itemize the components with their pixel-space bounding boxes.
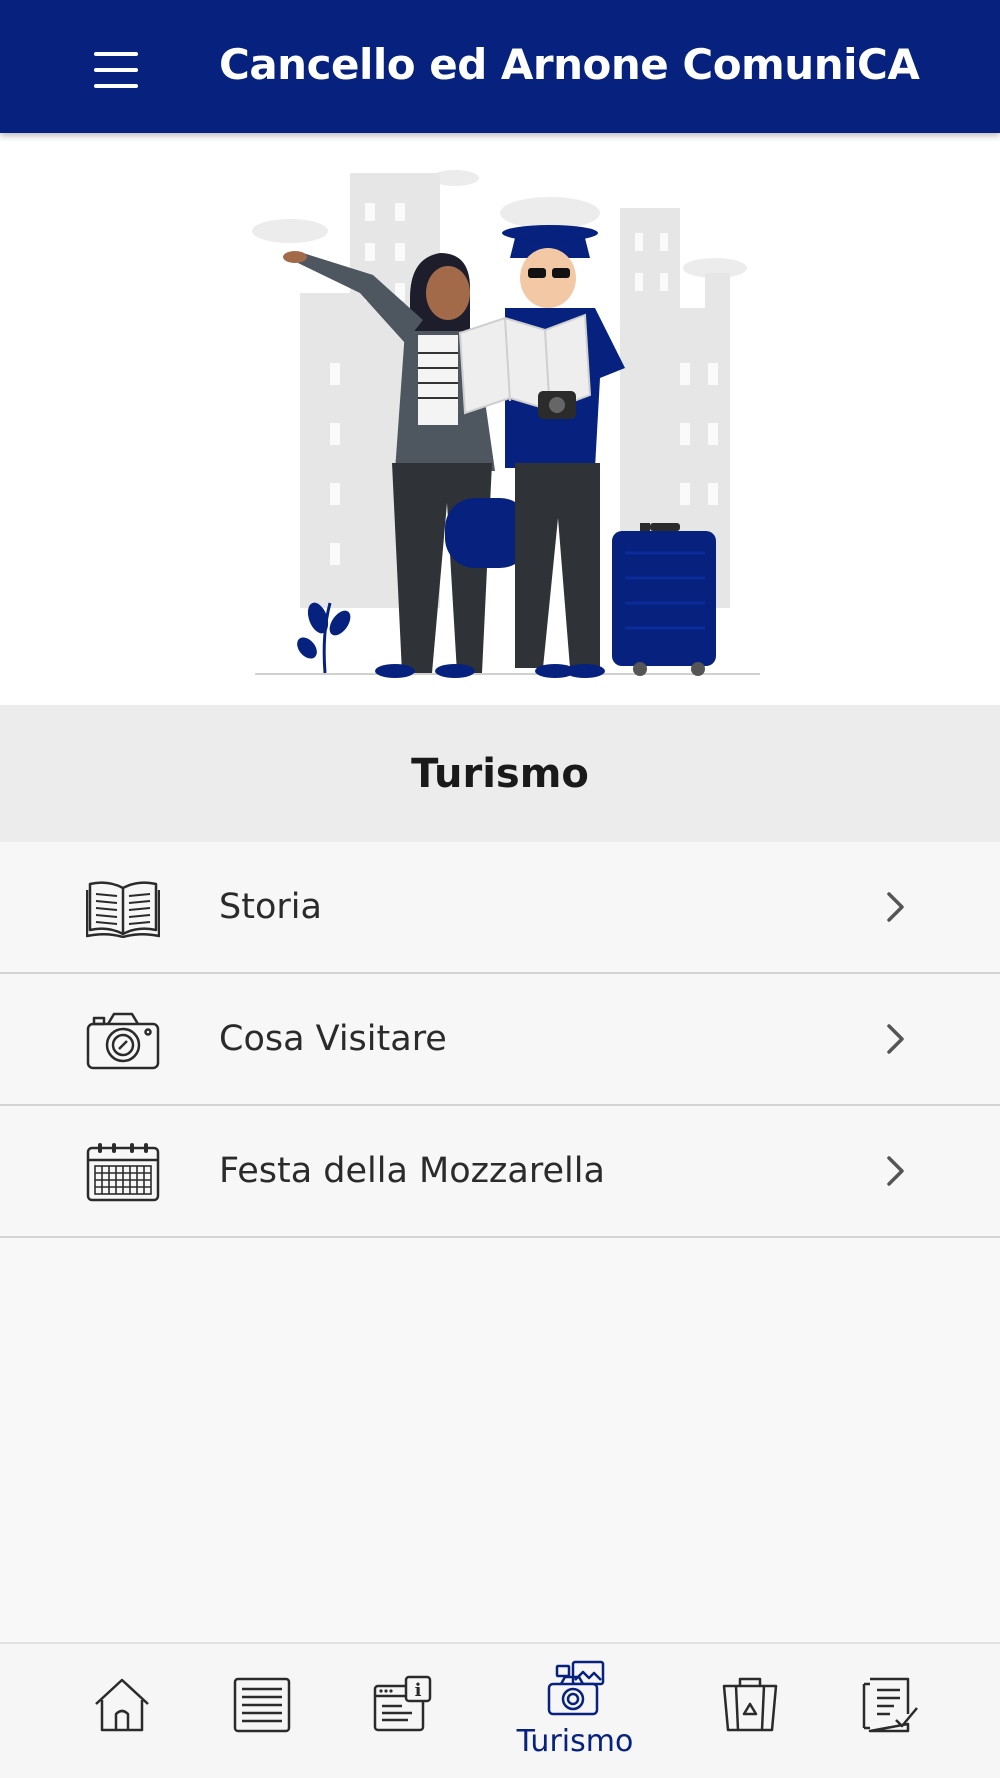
camera-gallery-icon <box>547 1660 605 1716</box>
home-icon <box>95 1678 149 1732</box>
bottom-navigation: i Turismo <box>0 1642 1000 1778</box>
news-info-icon: i <box>373 1675 432 1732</box>
chevron-right-icon <box>887 892 904 922</box>
section-title: Turismo <box>411 750 589 797</box>
hamburger-menu-icon[interactable] <box>82 42 152 98</box>
nav-item-news-info[interactable]: i <box>352 1644 452 1778</box>
recycle-bin-icon <box>722 1677 778 1732</box>
app-title: Cancello ed Arnone ComuniCA <box>219 40 920 89</box>
camera-icon <box>86 1012 160 1070</box>
nav-item-checklist[interactable] <box>840 1644 940 1778</box>
nav-item-recycling[interactable] <box>700 1644 800 1778</box>
list-item-label: Festa della Mozzarella <box>219 1151 605 1191</box>
tourism-menu-list: Storia Cosa Visitare Festa della Mozzare… <box>0 842 1000 1238</box>
checklist-icon <box>862 1677 918 1733</box>
calendar-icon <box>86 1143 160 1202</box>
hero-banner <box>0 133 1000 705</box>
list-icon <box>233 1677 291 1733</box>
nav-label-turismo: Turismo <box>516 1724 634 1759</box>
list-item-storia[interactable]: Storia <box>0 842 1000 974</box>
section-header: Turismo <box>0 705 1000 842</box>
list-item-festa-della-mozzarella[interactable]: Festa della Mozzarella <box>0 1106 1000 1238</box>
open-book-icon <box>86 881 160 938</box>
list-item-label: Cosa Visitare <box>219 1019 447 1059</box>
app-bar: Cancello ed Arnone ComuniCA <box>0 0 1000 133</box>
nav-item-home[interactable] <box>72 1644 172 1778</box>
tourists-with-map-illustration <box>252 170 760 678</box>
list-item-cosa-visitare[interactable]: Cosa Visitare <box>0 974 1000 1106</box>
nav-item-turismo[interactable]: Turismo <box>510 1644 640 1778</box>
nav-item-list[interactable] <box>212 1644 312 1778</box>
svg-text:i: i <box>415 1680 422 1701</box>
chevron-right-icon <box>887 1024 904 1054</box>
list-item-label: Storia <box>219 887 322 927</box>
chevron-right-icon <box>887 1156 904 1186</box>
